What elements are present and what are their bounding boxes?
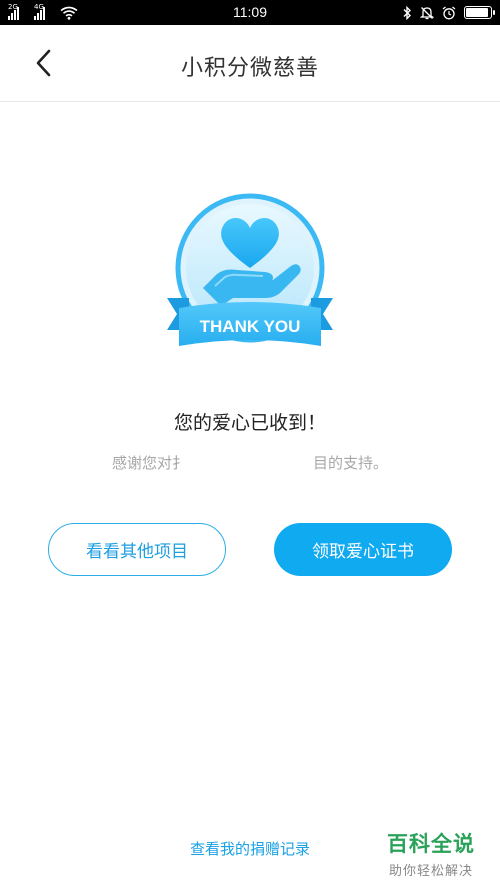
page-title: 小积分微慈善: [180, 56, 319, 81]
view-other-projects-button[interactable]: 看看其他项目: [48, 523, 226, 576]
get-certificate-button[interactable]: 领取爱心证书: [274, 523, 452, 576]
status-bar: 2G 4G 11:09: [0, 0, 500, 25]
watermark-logo: 百科全说 助你轻松解决: [376, 828, 486, 879]
navigation-bar: 小积分微慈善: [0, 25, 500, 102]
thanks-subtitle-left: 感谢您对扌: [111, 454, 187, 472]
heart-in-hand-icon: THANK YOU: [167, 193, 333, 346]
thank-you-badge: THANK YOU: [155, 190, 345, 370]
donation-record-link[interactable]: 查看我的捐赠记录: [150, 838, 350, 859]
bell-off-icon: [420, 6, 434, 19]
battery-icon: [464, 6, 495, 19]
alarm-icon: [442, 5, 456, 19]
bluetooth-icon: [403, 5, 411, 20]
status-right: [402, 4, 495, 21]
thanks-subtitle-right: 目的支持。: [313, 454, 389, 472]
watermark-sub: 助你轻松解决: [388, 864, 473, 879]
ribbon-text: THANK YOU: [200, 317, 301, 336]
success-message: 您的爱心已收到！: [173, 412, 326, 434]
watermark-main: 百科全说: [387, 832, 475, 856]
battery-level: [466, 8, 488, 17]
thanks-subtitle: 感谢您对扌 目的支持。: [0, 452, 500, 473]
